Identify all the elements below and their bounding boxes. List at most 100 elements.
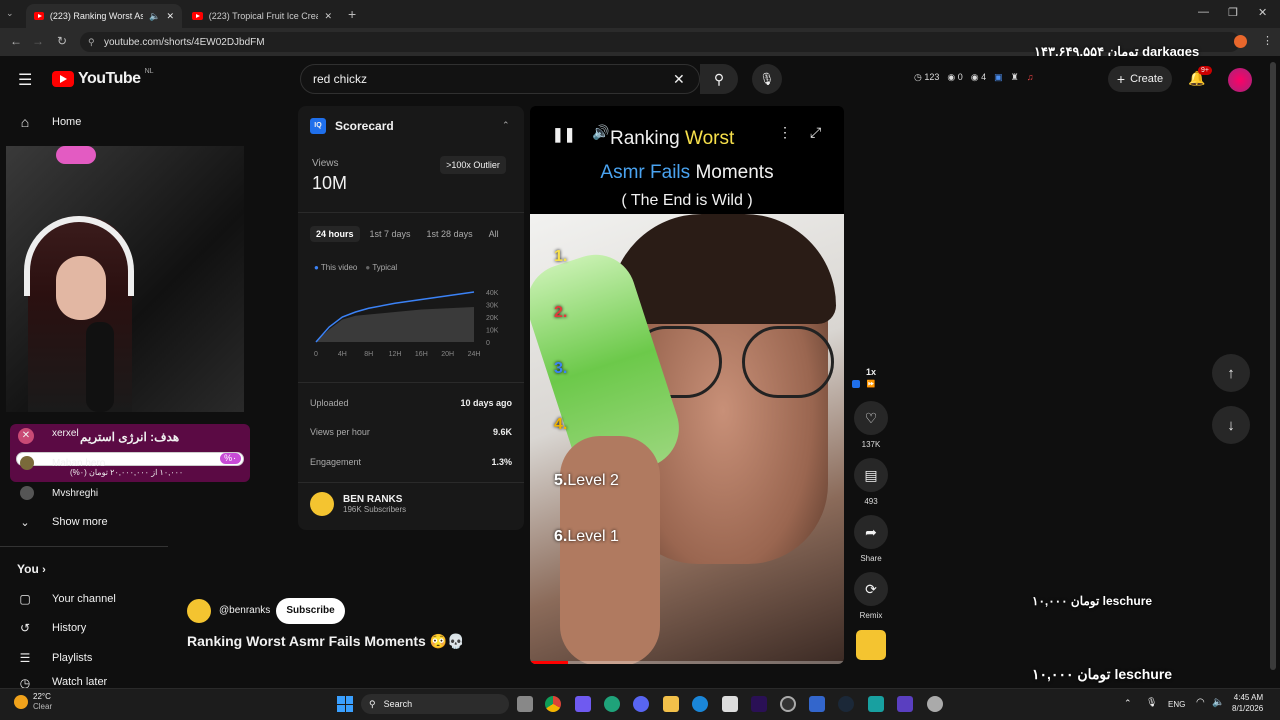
youtube-logo[interactable]: YouTube NL <box>52 67 154 88</box>
tab-title: (223) Tropical Fruit Ice Cream M <box>208 11 319 21</box>
language-indicator[interactable]: ENG <box>1168 700 1185 709</box>
share-button[interactable]: ➦ <box>854 515 888 549</box>
video-title-line2: Asmr Fails Moments <box>600 162 774 183</box>
subscribe-button[interactable]: Subscribe <box>276 598 345 624</box>
stat-value: 9.6K <box>492 427 512 437</box>
back-icon[interactable]: ← <box>8 34 24 48</box>
edge-icon[interactable] <box>604 696 620 712</box>
speaker-icon[interactable]: 🔈 <box>1212 697 1224 708</box>
start-button[interactable] <box>337 696 353 712</box>
tab-1st-28-days[interactable]: 1st 28 days <box>421 226 479 242</box>
search-input[interactable]: red chickz ✕ <box>300 64 700 94</box>
tray-chevron-icon[interactable]: ⌃ <box>1124 698 1132 709</box>
account-avatar[interactable] <box>1228 68 1252 92</box>
minimize-icon[interactable]: — <box>1198 6 1209 18</box>
discord-icon[interactable] <box>633 696 649 712</box>
voice-search-button[interactable]: 🎙 <box>752 64 782 94</box>
page-scrollbar[interactable] <box>1270 62 1276 670</box>
stats-icon[interactable] <box>809 696 825 712</box>
chrome-icon[interactable] <box>545 696 561 712</box>
tab-1st-7-days[interactable]: 1st 7 days <box>364 226 417 242</box>
fullscreen-icon[interactable]: ⤢ <box>810 124 821 141</box>
sidebar-show-more[interactable]: ⌄ Show more <box>16 510 107 534</box>
notifications-button[interactable]: 🔔 9+ <box>1188 66 1212 87</box>
wifi-icon[interactable]: ◠ <box>1196 697 1205 708</box>
playback-speed-button[interactable]: 1x ⏩ <box>858 362 884 388</box>
collapse-icon[interactable]: ⌃ <box>502 120 510 131</box>
settings-icon[interactable] <box>927 696 943 712</box>
browser-menu-icon[interactable]: ⋮ <box>1262 34 1273 47</box>
youtube-favicon-icon <box>34 12 44 20</box>
series-typical-area <box>316 307 474 342</box>
close-window-icon[interactable]: ✕ <box>1258 6 1267 19</box>
volume-icon[interactable]: 🔊 <box>592 124 609 141</box>
mute-icon[interactable]: 🔈 <box>149 11 160 22</box>
trophy-icon[interactable]: ♜ <box>1011 72 1019 83</box>
app-icon[interactable] <box>575 696 591 712</box>
avatar <box>20 456 34 470</box>
profile-avatar[interactable] <box>1234 35 1247 48</box>
steam-icon[interactable] <box>838 696 854 712</box>
next-short-button[interactable]: ↓ <box>1212 406 1250 444</box>
scorecard-header[interactable]: IQ Scorecard <box>310 118 394 134</box>
channel-handle[interactable]: @benranks <box>219 605 270 616</box>
obs-icon[interactable] <box>780 696 796 712</box>
video-progress-track[interactable] <box>530 661 844 664</box>
hamburger-menu-icon[interactable]: ☰ <box>18 70 32 90</box>
maximize-icon[interactable]: ❐ <box>1228 6 1238 19</box>
more-options-icon[interactable]: ⋮ <box>778 124 792 141</box>
close-tab-icon[interactable]: ✕ <box>324 11 332 22</box>
tab-all[interactable]: All <box>483 226 505 242</box>
weather-widget[interactable]: 22°C Clear <box>14 692 52 712</box>
sidebar-sub-mvshreghi[interactable]: Mvshreghi <box>20 486 98 500</box>
sidebar-sub-mahan[interactable]: Mahan hero <box>20 456 105 470</box>
file-explorer-icon[interactable] <box>663 696 679 712</box>
channel-thumb-button[interactable] <box>856 630 886 660</box>
sidebar-sub-xerxel[interactable]: xerxel <box>52 428 79 439</box>
clock[interactable]: 4:45 AM 8/1/2026 <box>1232 692 1263 714</box>
sidebar-item-history[interactable]: ↺ History <box>16 616 86 640</box>
vidiq-icon[interactable]: ▣ <box>994 72 1003 83</box>
search-button[interactable]: ⚲ <box>700 64 738 94</box>
remix-button[interactable]: ⟳ <box>854 572 888 606</box>
sidebar-you-heading[interactable]: You › <box>17 562 46 576</box>
store-icon[interactable] <box>722 696 738 712</box>
sidebar-item-playlists[interactable]: ☰ Playlists <box>16 646 93 670</box>
create-button[interactable]: + Create <box>1108 66 1172 92</box>
channel-avatar[interactable] <box>187 599 211 623</box>
tab-menu-icon[interactable]: ⌄ <box>6 8 14 19</box>
site-info-icon[interactable]: ⚲ <box>88 37 95 48</box>
tab-24-hours[interactable]: 24 hours <box>310 226 360 242</box>
new-tab-button[interactable]: + <box>348 6 356 22</box>
forward-icon[interactable]: → <box>30 34 46 48</box>
pause-icon[interactable]: ❚❚ <box>552 126 575 143</box>
x-tick-label: 16H <box>415 351 428 358</box>
tab-tropical[interactable]: (223) Tropical Fruit Ice Cream M ✕ <box>184 4 340 28</box>
person-icon: ▢ <box>19 592 31 606</box>
vscode-icon[interactable] <box>897 696 913 712</box>
sidebar-item-watch-later[interactable]: ◷ Watch later <box>16 676 107 688</box>
goal-close-icon[interactable]: ✕ <box>18 428 34 444</box>
taskbar-search[interactable]: ⚲ Search <box>361 694 509 714</box>
clear-search-icon[interactable]: ✕ <box>673 71 685 88</box>
like-button[interactable]: ♡ <box>854 401 888 435</box>
previous-short-button[interactable]: ↑ <box>1212 354 1250 392</box>
edge-browser-icon[interactable] <box>692 696 708 712</box>
region-code: NL <box>144 67 154 75</box>
task-view-icon[interactable] <box>517 696 533 712</box>
premiere-icon[interactable] <box>751 696 767 712</box>
tab-ranking[interactable]: (223) Ranking Worst Asmr 🔈 ✕ <box>26 4 182 28</box>
comments-button[interactable]: ▤ <box>854 458 888 492</box>
sidebar-item-your-channel[interactable]: ▢ Your channel <box>16 587 116 611</box>
stream-donation-alert: ۱۰,۰۰۰ تومان leschure <box>1032 666 1173 682</box>
sidebar-item-home[interactable]: ⌂ Home <box>16 110 82 134</box>
close-tab-icon[interactable]: ✕ <box>166 11 174 22</box>
reload-icon[interactable]: ↻ <box>54 34 70 48</box>
scorecard-channel[interactable]: BEN RANKS 196K Subscribers <box>310 492 406 516</box>
alert-icon[interactable]: ♫ <box>1027 72 1034 83</box>
app-icon[interactable] <box>868 696 884 712</box>
tray-mic-icon[interactable]: 🎙 <box>1146 697 1157 708</box>
search-icon: ⚲ <box>713 70 725 87</box>
shorts-video-player[interactable]: 1. 2. 3. 4. 5.Level 2 6.Level 1 ❚❚ 🔊 Ran… <box>530 106 844 664</box>
like-count: 137K <box>861 440 881 449</box>
